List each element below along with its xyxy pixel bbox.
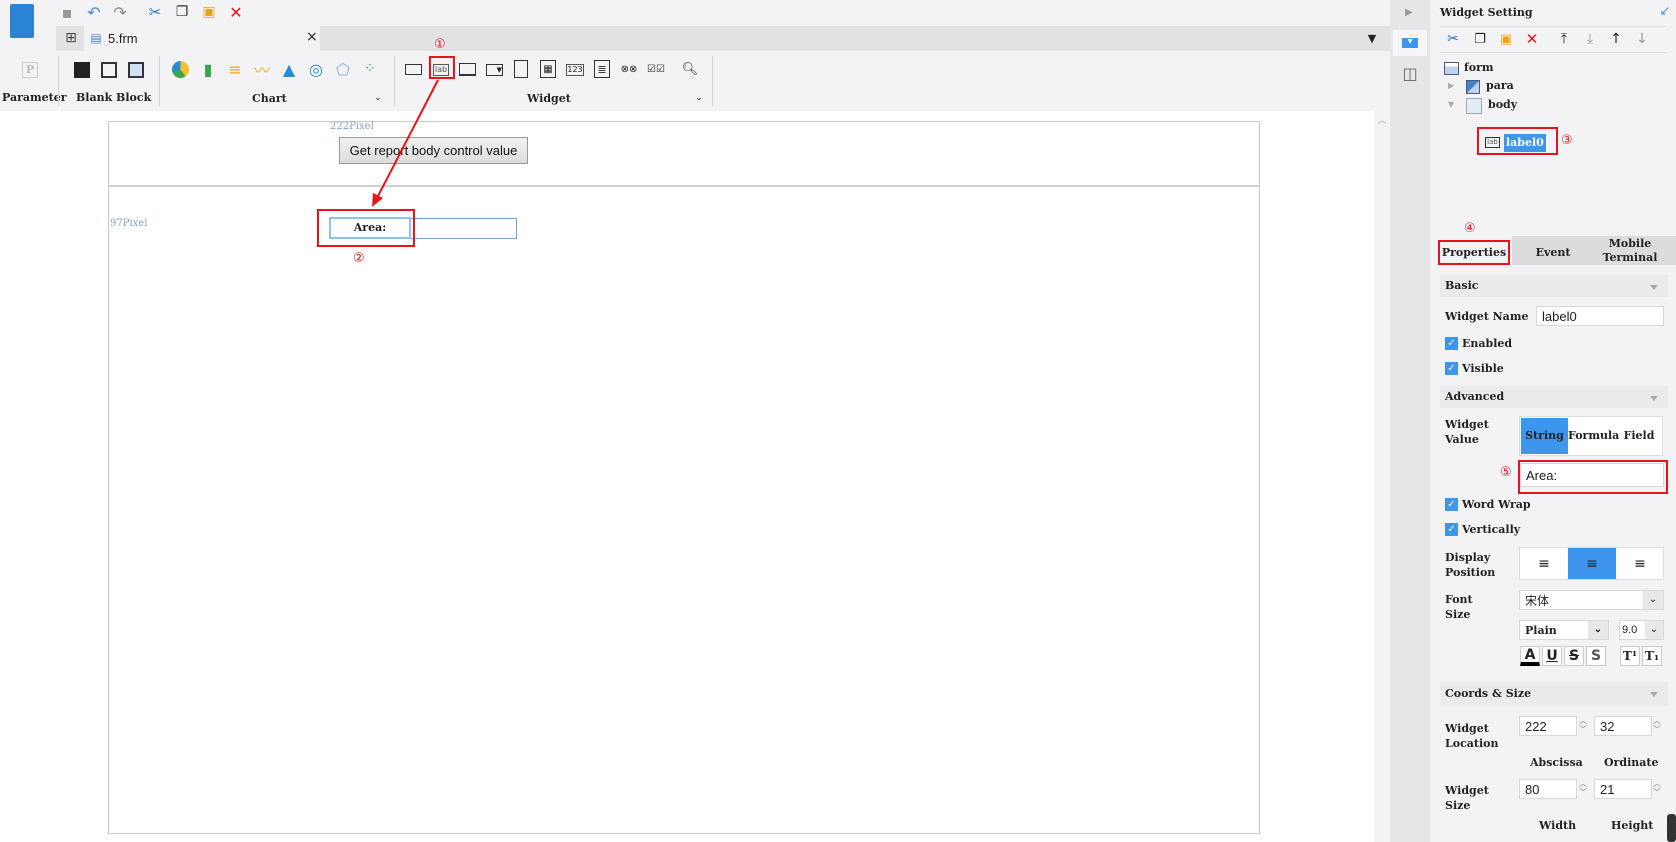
visible-label: Visible: [1462, 362, 1504, 375]
vertically-checkbox[interactable]: ✓: [1445, 523, 1458, 536]
width-spinner[interactable]: ︿ ﹀: [1576, 779, 1590, 797]
font-size-select[interactable]: 9.0 ⌄: [1619, 620, 1664, 640]
font-style-select[interactable]: Plain ⌄: [1519, 620, 1609, 640]
panel-paste-icon[interactable]: ▣: [1497, 30, 1515, 48]
width-input[interactable]: 80: [1519, 779, 1577, 799]
abscissa-spinner[interactable]: ︿ ﹀: [1576, 716, 1590, 734]
annotation-4: ④: [1464, 221, 1476, 236]
scroll-up-icon[interactable]: ︿: [1376, 113, 1388, 126]
shadow-button[interactable]: S: [1586, 646, 1606, 666]
advanced-section-header[interactable]: Advanced: [1440, 386, 1668, 408]
chevron-down-icon: ⌄: [1588, 621, 1608, 639]
display-position-group: ≡ ≡ ≡: [1519, 547, 1664, 580]
widget-setting-tab-icon[interactable]: ▼: [1393, 30, 1427, 56]
move-down-icon[interactable]: ↓: [1633, 30, 1651, 48]
word-wrap-checkbox[interactable]: ✓: [1445, 498, 1458, 511]
visible-checkbox[interactable]: ✓: [1445, 362, 1458, 375]
widget-value-label: Widget Value: [1445, 418, 1489, 446]
expand-arrow-icon[interactable]: ▶: [1448, 81, 1454, 90]
move-top-icon[interactable]: ⤒: [1555, 30, 1573, 48]
enabled-label: Enabled: [1462, 337, 1513, 350]
expand-panel-icon[interactable]: ↙: [1658, 4, 1672, 19]
abscissa-label: Abscissa: [1530, 756, 1583, 769]
widget-size-label: Widget Size: [1445, 784, 1489, 812]
layout-panel-icon[interactable]: ◫: [1401, 64, 1419, 83]
panel-cut-icon[interactable]: ✂: [1444, 30, 1462, 48]
collapse-panel-icon[interactable]: ▶: [1402, 4, 1416, 20]
chevron-down-icon: ⌄: [1645, 621, 1663, 639]
coords-section-header[interactable]: Coords & Size: [1440, 682, 1668, 706]
align-left-icon[interactable]: ≡: [1520, 548, 1568, 579]
abscissa-input[interactable]: 222: [1519, 716, 1577, 736]
align-right-icon[interactable]: ≡: [1616, 548, 1664, 579]
panel-title: Widget Setting: [1440, 6, 1533, 19]
word-wrap-label: Word Wrap: [1462, 498, 1531, 511]
enabled-checkbox[interactable]: ✓: [1445, 337, 1458, 350]
tab-properties[interactable]: Properties: [1438, 240, 1510, 265]
widget-name-label: Widget Name: [1445, 310, 1529, 323]
align-center-icon[interactable]: ≡: [1568, 548, 1616, 579]
superscript-button[interactable]: T¹: [1620, 646, 1640, 666]
canvas-scrollbar[interactable]: ︿: [1374, 111, 1390, 842]
strikethrough-button[interactable]: S: [1564, 646, 1584, 666]
panel-delete-icon[interactable]: ✕: [1523, 30, 1541, 48]
side-strip: [1390, 0, 1430, 842]
value-type-string[interactable]: String: [1521, 418, 1568, 454]
panel-copy-icon[interactable]: ❐: [1471, 30, 1489, 48]
collapse-arrow-icon[interactable]: ▼: [1448, 100, 1454, 109]
underline-button[interactable]: U: [1542, 646, 1562, 666]
move-bottom-icon[interactable]: ⤓: [1581, 30, 1599, 48]
value-type-field[interactable]: Field: [1616, 418, 1662, 454]
panel-scrollbar[interactable]: [1667, 814, 1676, 842]
basic-section-header[interactable]: Basic: [1440, 275, 1668, 297]
value-type-segmented: String Formula Field: [1519, 416, 1663, 456]
ordinate-spinner[interactable]: ︿ ﹀: [1650, 716, 1664, 734]
ordinate-label: Ordinate: [1604, 756, 1659, 769]
tab-mobile-terminal[interactable]: Mobile Terminal: [1598, 237, 1662, 265]
height-input[interactable]: 21: [1594, 779, 1652, 799]
annotation-box-5: [1518, 460, 1668, 494]
chevron-down-icon: ⌄: [1643, 591, 1663, 609]
vertically-label: Vertically: [1462, 523, 1521, 536]
value-type-formula[interactable]: Formula: [1568, 418, 1619, 454]
tab-event[interactable]: Event: [1512, 236, 1594, 265]
widget-name-input[interactable]: label0: [1536, 306, 1664, 326]
form-icon: [1444, 62, 1459, 75]
font-size-label: Font Size: [1445, 593, 1473, 621]
para-icon: [1466, 80, 1480, 94]
subscript-button[interactable]: T₁: [1642, 646, 1662, 666]
annotation-arrow: [372, 79, 439, 207]
width-label: Width: [1539, 819, 1577, 832]
font-family-select[interactable]: 宋体 ⌄: [1519, 590, 1664, 610]
annotation-box-3: [1477, 127, 1558, 155]
height-label: Height: [1611, 819, 1654, 832]
display-position-label: Display Position: [1445, 551, 1496, 579]
height-spinner[interactable]: ︿ ﹀: [1650, 779, 1664, 797]
body-icon: [1466, 98, 1482, 114]
annotation-5: ⑤: [1500, 465, 1512, 480]
widget-location-label: Widget Location: [1445, 722, 1499, 750]
annotation-3: ③: [1561, 133, 1573, 148]
ordinate-input[interactable]: 32: [1594, 716, 1652, 736]
font-color-button[interactable]: A: [1520, 646, 1540, 666]
move-up-icon[interactable]: ↑: [1607, 30, 1625, 48]
